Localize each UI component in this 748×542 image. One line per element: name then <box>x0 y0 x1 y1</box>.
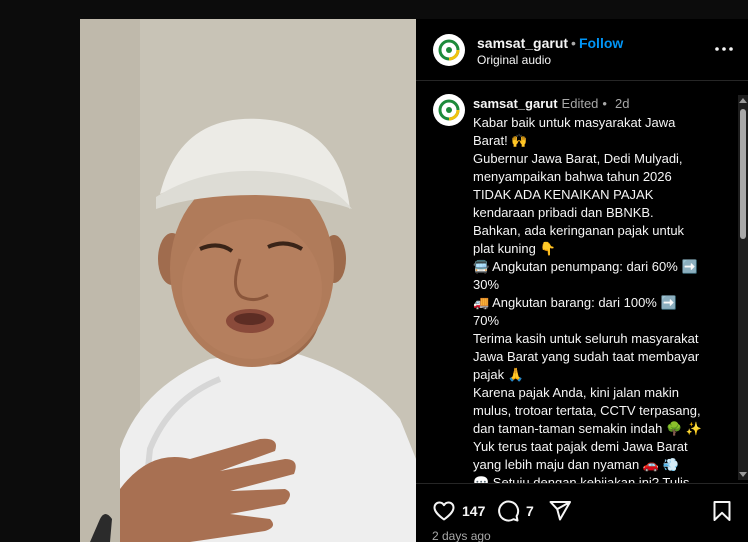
caption-line: Barat! 🙌 <box>473 133 528 148</box>
caption-line: yang lebih maju dan nyaman 🚗 💨 <box>473 457 679 472</box>
caption-line: Bahkan, ada keringanan pajak untuk <box>473 223 685 238</box>
caption-line: pajak 🙏 <box>473 367 524 382</box>
original-audio-link[interactable]: Original audio <box>477 53 551 67</box>
caption-line: TIDAK ADA KENAIKAN PAJAK <box>473 187 654 202</box>
like-count[interactable]: 147 <box>462 503 485 519</box>
caption-line: Terima kasih untuk seluruh masyarakat <box>473 331 699 346</box>
scrollbar-thumb[interactable] <box>740 109 746 239</box>
caption-scrollbar[interactable] <box>738 95 748 480</box>
logo-avatar-icon <box>438 39 460 61</box>
more-options-icon <box>715 47 733 51</box>
caption-avatar[interactable] <box>433 94 465 126</box>
share-button[interactable] <box>548 499 572 523</box>
caption-line: Karena pajak Anda, kini jalan makin <box>473 385 679 400</box>
caption-line: 🚚 Angkutan barang: dari 100% ➡️ <box>473 295 677 310</box>
caption-line: 🚍 Angkutan penumpang: dari 60% ➡️ <box>473 259 698 274</box>
caption-meta: samsat_garut Edited • 2d <box>473 96 629 111</box>
post-header: samsat_garut • Follow Original audio <box>416 19 748 81</box>
post-time[interactable]: 2d <box>615 96 629 111</box>
caption-line: 70% <box>473 313 500 328</box>
caption-line: Gubernur Jawa Barat, Dedi Mulyadi, <box>473 151 683 166</box>
header-separator: • <box>571 35 576 51</box>
caption-text: Kabar baik untuk masyarakat Jawa Barat! 🙌… <box>473 114 723 483</box>
follow-button[interactable]: Follow <box>579 35 623 51</box>
caption-username[interactable]: samsat_garut <box>473 96 558 111</box>
caption-line: 💬 Setuju dengan kebijakan ini? Tulis <box>473 475 690 483</box>
scroll-up-arrow-icon[interactable] <box>739 98 747 103</box>
share-icon <box>549 501 571 521</box>
logo-avatar-icon <box>438 99 460 121</box>
comment-count[interactable]: 7 <box>526 503 534 519</box>
account-avatar[interactable] <box>433 34 465 66</box>
comment-icon <box>498 500 520 522</box>
caption-line: Yuk terus taat pajak demi Jawa Barat <box>473 439 688 454</box>
header-user-line: samsat_garut • Follow <box>477 35 623 51</box>
caption-line: 30% <box>473 277 500 292</box>
caption-line: menyampaikan bahwa tahun 2026 <box>473 169 672 184</box>
post-date[interactable]: 2 days ago <box>432 529 491 542</box>
edited-label: Edited <box>561 96 599 111</box>
caption-line: Kabar baik untuk masyarakat Jawa <box>473 115 676 130</box>
save-button[interactable] <box>710 499 734 523</box>
meta-separator: • <box>602 96 607 111</box>
video-frame-illustration <box>80 19 416 542</box>
caption-section: samsat_garut Edited • 2d Kabar baik untuk m… <box>416 82 748 483</box>
caption-line: plat kuning 👇 <box>473 241 556 256</box>
caption-line: Jawa Barat yang sudah taat membayar <box>473 349 700 364</box>
heart-icon <box>433 501 455 521</box>
more-options-button[interactable] <box>714 41 734 57</box>
bookmark-icon <box>713 501 731 521</box>
like-button[interactable]: 147 <box>432 499 485 523</box>
scroll-down-arrow-icon[interactable] <box>739 472 747 477</box>
caption-line: kendaraan pribadi dan BBNKB. <box>473 205 654 220</box>
caption-line: dan taman-taman semakin indah 🌳 ✨ <box>473 421 702 436</box>
post-sidebar: samsat_garut • Follow Original audio sam… <box>416 19 748 542</box>
post-viewer: samsat_garut • Follow Original audio sam… <box>0 0 748 542</box>
header-username[interactable]: samsat_garut <box>477 35 568 51</box>
caption-line: mulus, trotoar tertata, CCTV terpasang, <box>473 403 701 418</box>
reel-video[interactable] <box>80 19 416 542</box>
comment-button[interactable]: 7 <box>496 499 534 523</box>
